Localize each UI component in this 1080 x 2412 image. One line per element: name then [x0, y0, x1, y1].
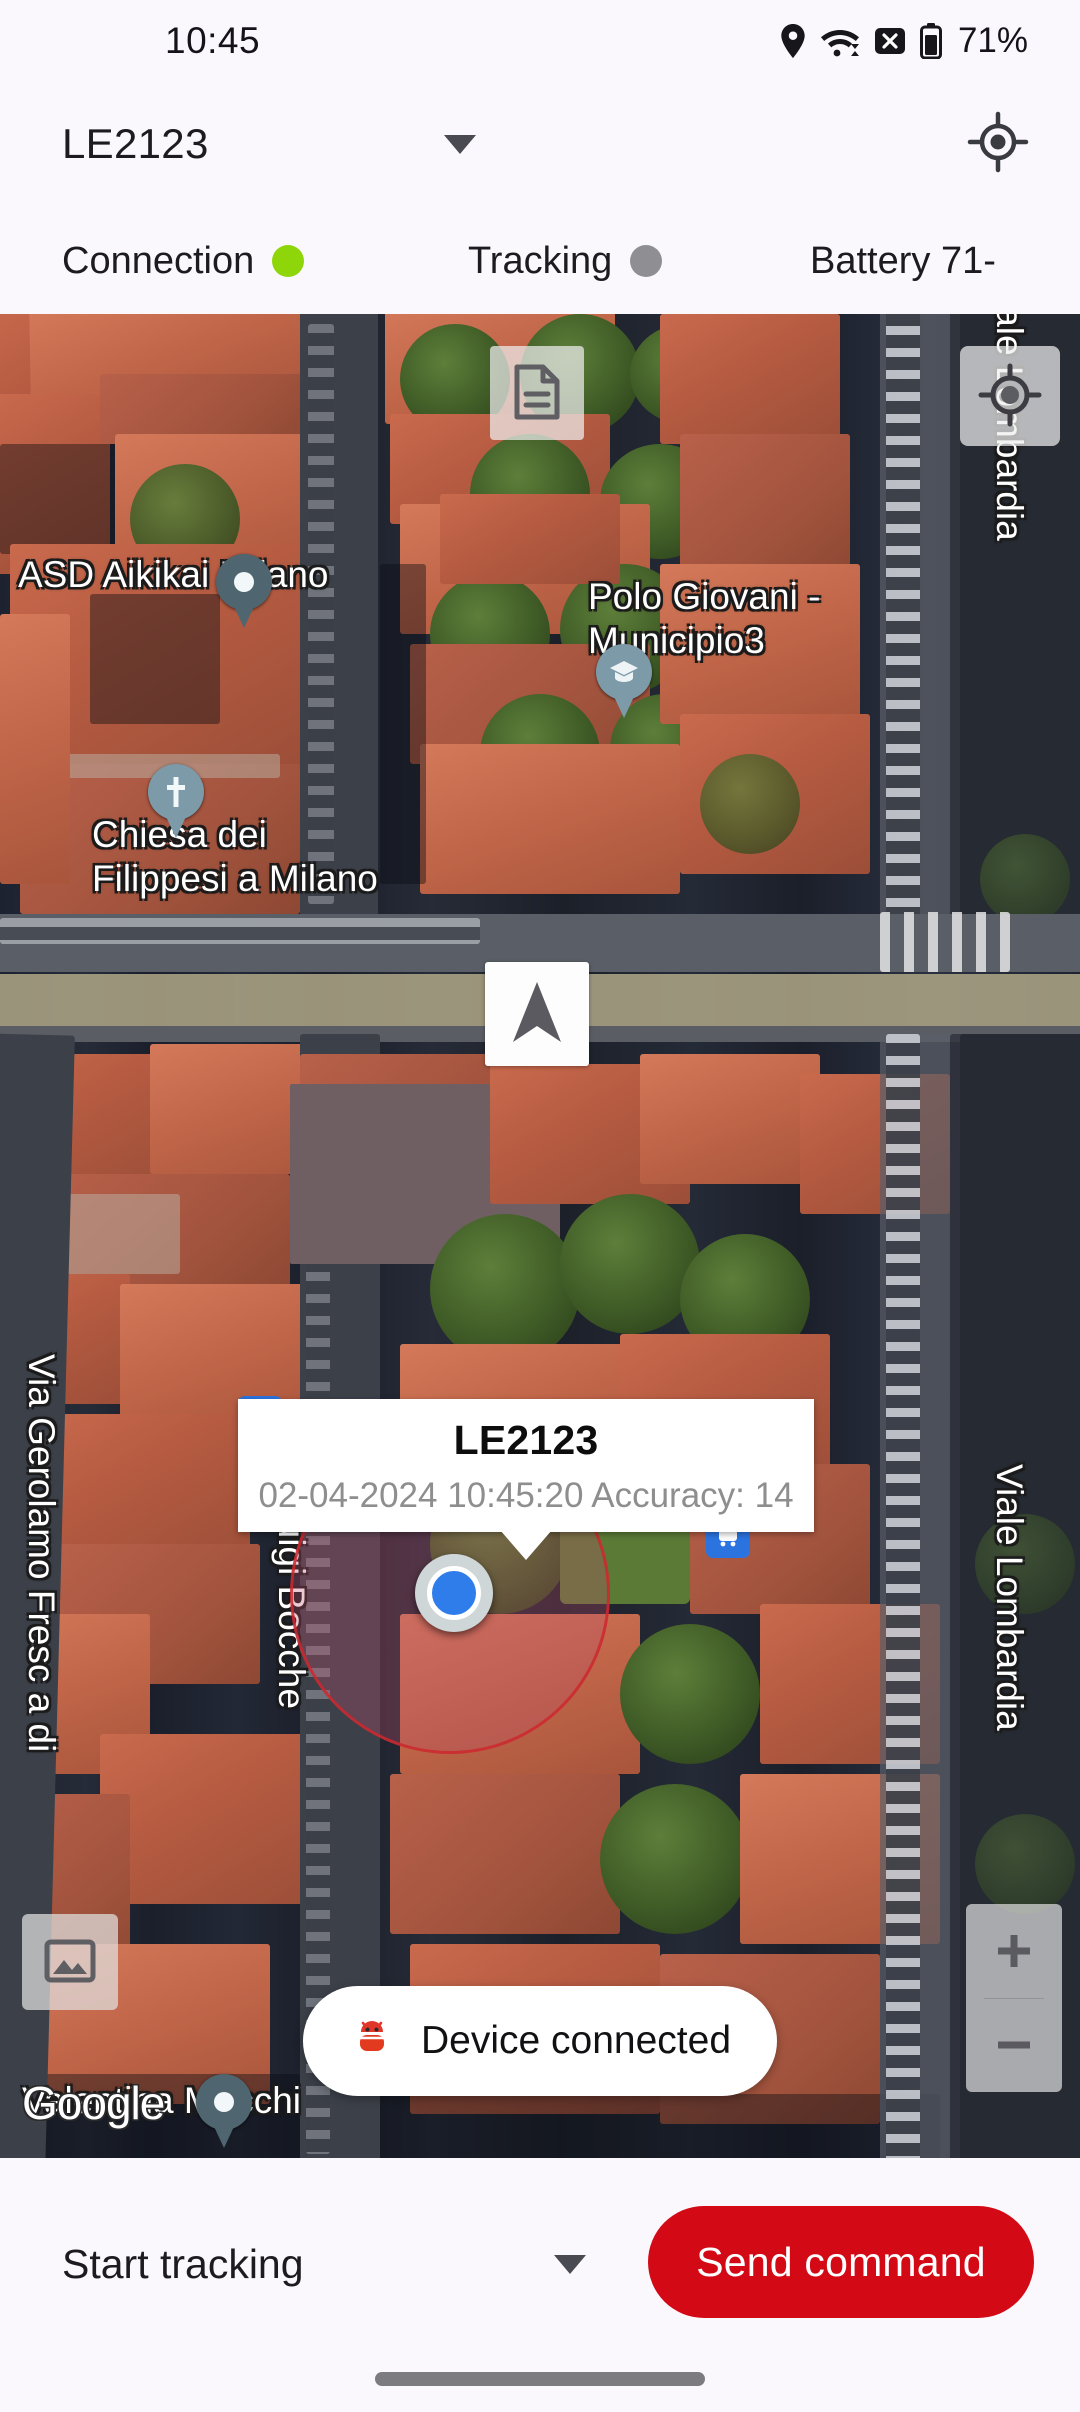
poi-pin-valentina[interactable] [196, 2074, 252, 2148]
command-selector-dropdown[interactable]: Start tracking [62, 2216, 592, 2312]
generic-place-pin-icon [225, 563, 263, 601]
device-connected-snackbar[interactable]: Device connected [302, 1986, 778, 2096]
poi-pin-polo-giovani[interactable] [596, 644, 652, 718]
info-window-title: LE2123 [453, 1417, 599, 1463]
device-name-label: LE2123 [62, 120, 209, 167]
church-pin-icon [157, 773, 195, 811]
map-document-button[interactable] [490, 346, 584, 440]
status-bar-icons: 71% [780, 21, 1028, 61]
map-zoom-out-button[interactable] [966, 1999, 1062, 2093]
chevron-down-icon [444, 134, 476, 154]
android-robot-icon [349, 2016, 395, 2067]
tracking-status-dot [630, 245, 663, 277]
status-battery: Battery 71- [810, 240, 996, 283]
satellite-imagery [0, 314, 1080, 2158]
poi-pin-chiesa[interactable] [148, 764, 204, 838]
battery-percent-label: 71% [957, 21, 1028, 60]
my-location-icon [978, 363, 1042, 430]
system-status-bar: 10:45 71% [0, 0, 1080, 82]
map-my-location-button[interactable] [960, 346, 1060, 446]
navigation-arrow-icon [508, 980, 566, 1049]
status-tracking: Tracking [468, 239, 663, 283]
wifi-icon [820, 24, 860, 58]
connection-label: Connection [62, 239, 255, 282]
info-window-subtitle: 02-04-2024 10:45:20 Accuracy: 14 [258, 1476, 794, 1515]
device-position-marker[interactable] [415, 1554, 493, 1632]
chevron-down-icon [554, 2254, 586, 2274]
command-selector-label: Start tracking [62, 2240, 304, 2287]
tracking-label: Tracking [468, 239, 613, 282]
phone-screen: 10:45 71% LE2123 Connection Tracking Bat… [0, 0, 1080, 2412]
document-icon [511, 364, 563, 423]
snackbar-text: Device connected [420, 2019, 732, 2062]
map-zoom-in-button[interactable] [966, 1904, 1062, 1998]
google-watermark: Google [22, 2077, 165, 2129]
map-view[interactable]: ASD Aikikai Milano Polo Giovani - Munici… [0, 314, 1080, 2158]
battery-status-label: Battery 71- [810, 239, 996, 282]
school-pin-icon [605, 653, 643, 691]
my-location-icon [967, 111, 1029, 178]
device-selector-dropdown[interactable]: LE2123 [62, 108, 482, 180]
poi-pin-aikikai[interactable] [216, 554, 272, 628]
app-header: LE2123 [0, 82, 1080, 208]
my-location-header-button[interactable] [958, 104, 1038, 184]
plus-icon [992, 1929, 1036, 1973]
send-command-button[interactable]: Send command [648, 2206, 1034, 2318]
map-info-window[interactable]: LE2123 02-04-2024 10:45:20 Accuracy: 14 [238, 1399, 814, 1560]
system-home-indicator[interactable] [375, 2372, 705, 2386]
map-compass-button[interactable] [485, 962, 589, 1066]
minus-icon [992, 2023, 1036, 2067]
status-bar-clock: 10:45 [165, 20, 261, 61]
map-layers-button[interactable] [22, 1914, 118, 2010]
connection-status-dot [272, 245, 305, 277]
bottom-action-bar: Start tracking Send command [0, 2158, 1080, 2412]
map-layers-icon [43, 1934, 97, 1991]
location-pin-icon [780, 24, 806, 58]
map-zoom-controls[interactable] [966, 1904, 1062, 2092]
device-status-row: Connection Tracking Battery 71- [0, 208, 1080, 314]
no-sim-icon [874, 26, 906, 56]
battery-icon [919, 23, 942, 59]
generic-place-pin-icon [205, 2083, 243, 2121]
status-connection: Connection [62, 239, 305, 283]
